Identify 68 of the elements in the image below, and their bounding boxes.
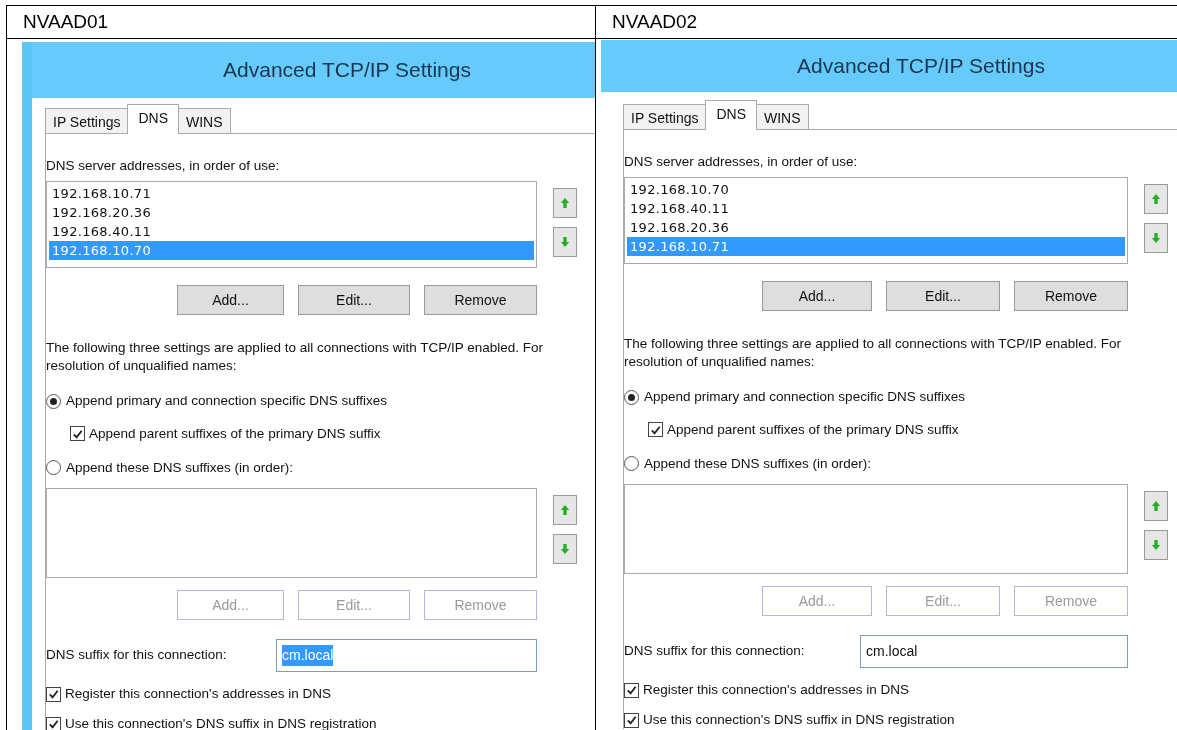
radio-label: Append these DNS suffixes (in order): xyxy=(644,454,872,473)
tab[interactable]: DNS xyxy=(705,100,757,130)
arrow-up-icon xyxy=(560,504,570,516)
tab[interactable]: WINS xyxy=(756,104,809,130)
dialog-button[interactable]: Add... xyxy=(177,285,284,316)
move-down-button[interactable] xyxy=(553,534,577,564)
checkbox-label: Register this connection's addresses in DNS xyxy=(643,681,909,699)
arrow-down-icon xyxy=(1151,539,1161,551)
list-item[interactable]: 192.168.20.36 xyxy=(627,218,1125,238)
move-up-button[interactable] xyxy=(1144,184,1168,215)
list-item[interactable]: 192.168.20.36 xyxy=(49,203,534,223)
checkbox[interactable] xyxy=(624,712,639,728)
arrow-up-icon xyxy=(1151,500,1161,512)
checkbox-label: Append parent suffixes of the primary DNS suffix xyxy=(667,420,959,439)
window-title: Advanced TCP/IP Settings xyxy=(796,53,1045,80)
list-item[interactable]: 192.168.40.11 xyxy=(627,199,1125,219)
info-text: The following three settings are applied to all connections with TCP/IP enabled. For resolution of unqualified names: xyxy=(624,335,1123,372)
radio-label: Append these DNS suffixes (in order): xyxy=(66,458,294,477)
checkbox[interactable] xyxy=(648,422,663,438)
radio-label: Append primary and connection specific DNS suffixes xyxy=(66,392,387,411)
arrow-down-icon xyxy=(560,236,570,249)
info-text: The following three settings are applied to all connections with TCP/IP enabled. For resolution of unqualified names: xyxy=(46,339,545,376)
radio-label: Append primary and connection specific DNS suffixes xyxy=(644,388,965,407)
move-up-button[interactable] xyxy=(1144,491,1168,521)
dialog-button[interactable]: Remove xyxy=(424,285,537,316)
checkbox[interactable] xyxy=(70,426,85,442)
field-label: DNS server addresses, in order of use: xyxy=(624,153,859,171)
field-label: DNS suffix for this connection: xyxy=(624,642,806,661)
server-list[interactable]: 192.168.10.70 192.168.40.11 192.168.20.36 192.168.10.71 xyxy=(624,177,1128,265)
dialog-button[interactable]: Remove xyxy=(1014,281,1128,312)
radio-button[interactable] xyxy=(46,460,61,476)
list-item[interactable]: 192.168.10.70 xyxy=(627,180,1125,200)
move-up-button[interactable] xyxy=(553,188,577,219)
list-item[interactable]: 192.168.40.11 xyxy=(49,222,534,242)
arrow-up-icon xyxy=(1151,193,1161,206)
dialog-button[interactable]: Edit... xyxy=(298,285,410,316)
tab[interactable]: IP Settings xyxy=(45,108,129,134)
checkbox-label: Register this connection's addresses in DNS xyxy=(65,685,331,703)
suffix-list[interactable] xyxy=(624,484,1128,574)
move-down-button[interactable] xyxy=(553,227,577,258)
cell-heading: NVAAD02 xyxy=(612,9,698,34)
window-title: Advanced TCP/IP Settings xyxy=(222,57,471,84)
radio-button[interactable] xyxy=(624,456,639,472)
dialog-button[interactable]: Add... xyxy=(762,281,872,312)
checkbox-label: Use this connection's DNS suffix in DNS registration xyxy=(643,711,955,730)
arrow-down-icon xyxy=(560,543,570,555)
radio-button[interactable] xyxy=(624,389,639,405)
tab[interactable]: IP Settings xyxy=(623,104,707,130)
checkbox[interactable] xyxy=(46,686,61,702)
suffix-list[interactable] xyxy=(46,488,537,578)
field-label: DNS server addresses, in order of use: xyxy=(46,157,281,175)
tab[interactable]: WINS xyxy=(178,108,231,134)
arrow-down-icon xyxy=(1151,232,1161,245)
tab[interactable]: DNS xyxy=(127,104,179,134)
move-down-button[interactable] xyxy=(1144,223,1168,254)
checkbox[interactable] xyxy=(624,682,639,698)
suffix-input-field[interactable]: cm.local xyxy=(860,635,1128,668)
move-down-button[interactable] xyxy=(1144,530,1168,560)
dialog-button[interactable]: Edit... xyxy=(886,281,1000,312)
server-list[interactable]: 192.168.10.71 192.168.20.36 192.168.40.11 192.168.10.70 xyxy=(46,181,537,269)
radio-button[interactable] xyxy=(46,393,61,409)
checkbox[interactable] xyxy=(46,716,61,730)
field-label: DNS suffix for this connection: xyxy=(46,646,228,665)
list-item[interactable]: 192.168.10.71 xyxy=(49,184,534,204)
cell-heading: NVAAD01 xyxy=(23,9,109,34)
arrow-up-icon xyxy=(560,197,570,210)
move-up-button[interactable] xyxy=(553,495,577,525)
checkbox-label: Append parent suffixes of the primary DNS suffix xyxy=(89,424,381,443)
